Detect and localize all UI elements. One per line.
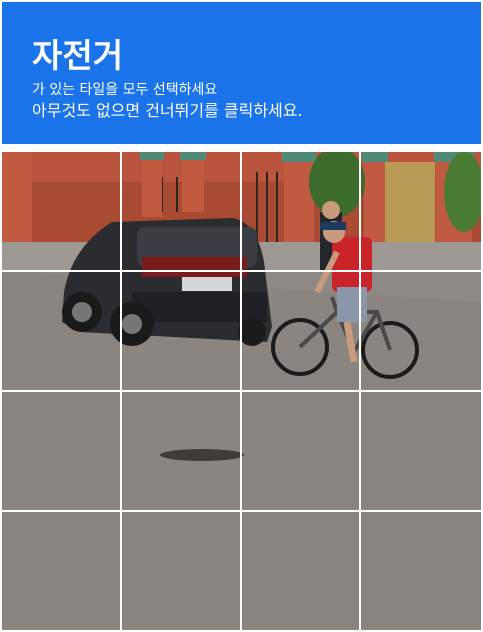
tile-r2c2[interactable] — [121, 272, 242, 392]
tile-r4c1[interactable] — [2, 512, 122, 632]
tile-r1c1[interactable] — [2, 152, 122, 272]
instruction-header: 가 있는 타일을 모두 선택하세요 자전거 아무것도 없으면 건너뛰기를 클릭하… — [2, 2, 481, 144]
challenge-image — [2, 152, 481, 632]
skip-instruction-text: 아무것도 없으면 건너뛰기를 클릭하세요. — [32, 101, 303, 120]
captcha-challenge: 가 있는 타일을 모두 선택하세요 자전거 아무것도 없으면 건너뛰기를 클릭하… — [0, 0, 483, 632]
tile-r2c3[interactable] — [241, 272, 362, 392]
tile-grid — [2, 152, 481, 632]
instruction-text: 가 있는 타일을 모두 선택하세요 — [32, 82, 218, 98]
tile-r4c3[interactable] — [241, 512, 362, 632]
target-object-label: 자전거 — [32, 36, 124, 75]
tile-r2c1[interactable] — [2, 272, 122, 392]
tile-r4c2[interactable] — [121, 512, 242, 632]
tile-r3c3[interactable] — [241, 392, 362, 512]
tile-r1c4[interactable] — [361, 152, 481, 272]
tile-r3c1[interactable] — [2, 392, 122, 512]
tile-r3c4[interactable] — [361, 392, 481, 512]
tile-r1c3[interactable] — [241, 152, 362, 272]
tile-r2c4[interactable] — [361, 272, 481, 392]
tile-r1c2[interactable] — [121, 152, 242, 272]
tile-r4c4[interactable] — [361, 512, 481, 632]
tile-r3c2[interactable] — [121, 392, 242, 512]
